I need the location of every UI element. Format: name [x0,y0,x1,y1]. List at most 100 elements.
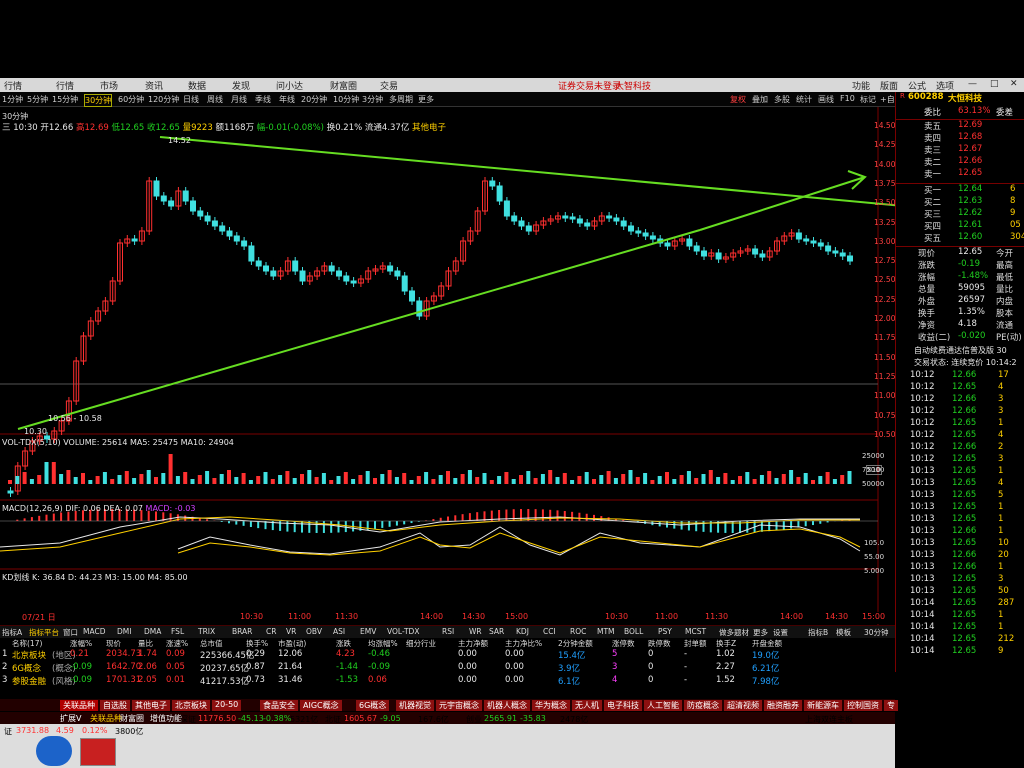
sector-table-header-cell[interactable]: 涨停数 [612,638,635,649]
sector-tab[interactable]: 控制国资 [844,700,882,711]
sector-table-header-cell[interactable]: 涨速% [166,638,188,649]
buy-order-row[interactable]: 买三 12.62 9 [896,208,1024,220]
sell-order-row[interactable]: 卖一 12.65 [896,168,1024,180]
period-60min[interactable]: 60分钟 [118,94,144,105]
menu-market[interactable]: 市场 [100,79,118,92]
buy-order-row[interactable]: 买五 12.60 304 [896,232,1024,244]
sector-tab[interactable]: 专精特新 [884,700,898,743]
indicator-tab[interactable]: SAR [489,627,504,636]
btn-f10[interactable]: F10 [840,94,855,103]
indicator-tab[interactable]: MACD [83,627,105,636]
vol-axis-scale[interactable]: X10 [866,465,882,475]
sector-table-header-cell[interactable]: 总市值 [200,638,223,649]
sector-table-header-cell[interactable]: 2分钟金额 [558,638,593,649]
sector-tab[interactable]: 防疫概念 [684,700,722,711]
sector-table-header-cell[interactable]: 开盘金额 [752,638,782,649]
app-taskbar-icon[interactable] [80,738,116,766]
btn-draw[interactable]: 画线 [818,94,834,105]
sector-table-header-cell[interactable]: 换手% [246,638,268,649]
indicator-tab[interactable]: PSY [658,627,672,636]
notice-row[interactable]: 自动续费通达信普及版 30 [896,345,1024,357]
indicator-tab[interactable]: MCST [685,627,706,636]
login-notice[interactable]: 证券交易未登录 [558,79,621,92]
sell-order-row[interactable]: 卖四 12.68 [896,132,1024,144]
sector-table-row[interactable]: 1 北京板块 (地区) 0.21 2034.73 1.74 0.09 225366.45亿 0.… [0,649,895,662]
btn-adjust[interactable]: 复权 [730,94,746,105]
menu-ask[interactable]: 问小达 [276,79,303,92]
sector-table-header-cell[interactable]: 量比 [138,638,153,649]
period-more[interactable]: 更多 [418,94,434,105]
menu-function[interactable]: 功能 [852,79,870,92]
indicator-tab[interactable]: BRAR [232,627,252,636]
status-news[interactable]: 上海双连主板 [805,714,853,725]
buy-order-row[interactable]: 买二 12.63 8 [896,196,1024,208]
sector-table-header-cell[interactable]: 涨幅% [70,638,92,649]
menu-news[interactable]: 资讯 [145,79,163,92]
sell-order-row[interactable]: 卖二 12.66 [896,156,1024,168]
sector-tab[interactable]: 6G概念 [356,700,390,711]
indicator-tab[interactable]: 指标平台 [29,627,59,638]
period-10min[interactable]: 10分钟 [333,94,359,105]
sector-table-row[interactable]: 2 6G概念 (概念) -0.09 1642.70 2.06 0.05 20237.65亿 0.… [0,662,895,675]
menu-options[interactable]: 选项 [936,79,954,92]
indicator-tab[interactable]: 做多题材 [719,627,749,638]
header-sector[interactable]: 其他电子 [412,123,446,133]
indicator-tab[interactable]: VR [286,627,296,636]
kline-chart-svg[interactable] [0,107,991,627]
indicator-right-tab[interactable]: 指标B [808,627,828,638]
btn-overlay[interactable]: 叠加 [752,94,768,105]
restore-icon[interactable]: □ [990,79,999,89]
menu-trade[interactable]: 交易 [380,79,398,92]
menu-wealth[interactable]: 财富圈 [330,79,357,92]
menu-data[interactable]: 数据 [188,79,206,92]
indicator-tab[interactable]: ROC [570,627,586,636]
sector-tab[interactable]: 元宇宙概念 [436,700,482,711]
sector-table-row[interactable]: 3 参股金融 (风格) -0.09 1701.31 2.05 0.01 41217.53亿 0.… [0,675,895,688]
menu-layout[interactable]: 版面 [880,79,898,92]
sector-tab[interactable]: 北京板块 [172,700,210,711]
sector-tab[interactable]: 新能源车 [804,700,842,711]
indicator-tab[interactable]: CR [266,627,276,636]
sector-table-header-cell[interactable]: 主力净额 [458,638,488,649]
period-15min[interactable]: 15分钟 [52,94,78,105]
period-3min[interactable]: 3分钟 [362,94,383,105]
sell-order-row[interactable]: 卖五 12.69 [896,120,1024,132]
btn-stats[interactable]: 统计 [796,94,812,105]
bottom-tab[interactable]: 扩展V [60,713,81,724]
minimize-icon[interactable]: — [968,79,977,89]
sector-table-header-cell[interactable]: 主力净比% [505,638,542,649]
sector-table-header-cell[interactable]: 封单额 [684,638,707,649]
period-day[interactable]: 日线 [183,94,199,105]
indicator-tab[interactable]: 设置 [773,627,788,638]
bottom-tab[interactable]: 关联品种 [90,713,122,724]
indicator-tab[interactable]: OBV [306,627,322,636]
indicator-tab[interactable]: ASI [333,627,345,636]
indicator-tab[interactable]: FSL [171,627,184,636]
sector-table-header-cell[interactable]: 名称(17) [12,638,42,649]
sector-table-header-cell[interactable]: 涨跌 [336,638,351,649]
period-30min[interactable]: 30分钟 [84,94,113,107]
buy-order-row[interactable]: 买一 12.64 6 [896,184,1024,196]
sector-table-header-cell[interactable]: 现价 [106,638,121,649]
sector-tab[interactable]: 20-50 [212,700,242,711]
indicator-tab[interactable]: DMA [144,627,161,636]
period-quarter[interactable]: 季线 [255,94,271,105]
buy-order-row[interactable]: 买四 12.61 05 [896,220,1024,232]
sector-tab[interactable]: 超清视频 [724,700,762,711]
sector-tab[interactable]: 机器人概念 [484,700,530,711]
sector-tab[interactable]: 融资融券 [764,700,802,711]
indicator-tab[interactable]: RSI [442,627,454,636]
menu-market-quotes[interactable]: 行情 [56,79,74,92]
sector-tab[interactable]: 自选股 [100,700,130,711]
notice-text[interactable]: 自动续费通达信普及版 30 [914,345,1007,356]
indicator-tab[interactable]: WR [469,627,482,636]
windows-start-icon[interactable] [36,736,72,766]
period-120min[interactable]: 120分钟 [148,94,179,105]
sector-tab[interactable]: 华为概念 [532,700,570,711]
period-week[interactable]: 周线 [207,94,223,105]
sector-tab[interactable]: 机器视觉 [396,700,434,711]
sector-table-header-cell[interactable]: 均涨幅% [368,638,398,649]
indicator-tab[interactable]: TRIX [198,627,215,636]
bottom-tab[interactable]: 财富圈 [120,713,144,724]
sector-tab[interactable]: 人工智能 [644,700,682,711]
